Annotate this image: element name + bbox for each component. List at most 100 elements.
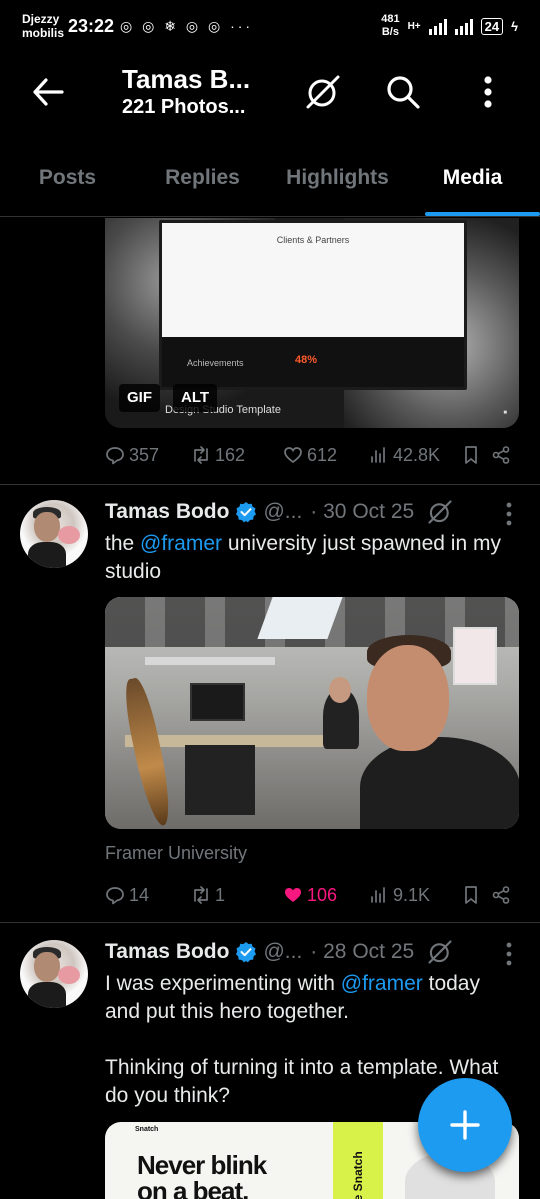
- media-logo: ■: [503, 410, 507, 416]
- search-button[interactable]: [381, 70, 425, 114]
- view-count: 42.8K: [393, 444, 441, 465]
- photo-person-selfie-head: [367, 645, 449, 751]
- alt-badge[interactable]: ALT: [173, 384, 218, 412]
- achievements-label: Achievements: [187, 358, 244, 368]
- mention-link[interactable]: @framer: [140, 532, 222, 555]
- signal-icon: [428, 19, 473, 35]
- bookmark-button[interactable]: [461, 885, 491, 905]
- battery-indicator: 24: [480, 17, 504, 35]
- avatar[interactable]: [20, 940, 88, 1008]
- share-icon: [492, 446, 510, 464]
- avatar-flowers: [58, 966, 80, 984]
- template-preview-top: Clients & Partners: [162, 223, 464, 337]
- post-text-part: I was experimenting with: [105, 972, 341, 995]
- charging-icon: ϟ: [511, 18, 518, 34]
- reply-button[interactable]: 14: [105, 885, 191, 906]
- heart-icon: [284, 447, 302, 464]
- post-media-gif[interactable]: Clients & Partners Achievements 48% Desi…: [105, 218, 519, 428]
- share-button[interactable]: [491, 445, 511, 465]
- grok-icon: [306, 75, 340, 109]
- repost-count: 1: [215, 884, 226, 905]
- views-icon: [371, 447, 385, 463]
- views-icon: [371, 887, 385, 903]
- header-title-block: Tamas B... 221 Photos...: [122, 64, 250, 120]
- more-options-icon[interactable]: [504, 942, 514, 966]
- views-button[interactable]: 9.1K: [369, 885, 461, 906]
- tab-replies[interactable]: Replies: [135, 150, 270, 216]
- carrier-name: Djezzy mobilis: [22, 12, 66, 40]
- author-name[interactable]: Tamas Bodo: [105, 940, 229, 964]
- carrier-line-2: mobilis: [22, 26, 65, 40]
- photo-person-seated-head: [329, 677, 351, 703]
- bookmark-button[interactable]: [461, 445, 491, 465]
- post-divider: [0, 484, 540, 485]
- author-handle[interactable]: @...: [263, 940, 302, 964]
- mention-link[interactable]: @framer: [341, 972, 423, 995]
- more-options-button[interactable]: [466, 70, 510, 114]
- post0-action-bar: 357 162 612 42.8K: [105, 440, 519, 470]
- network-speed-unit: B/s: [381, 26, 399, 38]
- repost-button[interactable]: 162: [191, 445, 283, 466]
- post-divider: [0, 922, 540, 923]
- bookmark-icon: [465, 446, 477, 464]
- post1-action-bar: 14 1 106 9.1K: [105, 880, 519, 910]
- heart-filled-icon: [285, 888, 301, 902]
- reply-count: 357: [129, 444, 160, 465]
- like-button[interactable]: 106: [283, 885, 369, 906]
- like-button[interactable]: 612: [283, 445, 369, 466]
- share-button[interactable]: [491, 885, 511, 905]
- author-name[interactable]: Tamas Bodo: [105, 500, 229, 524]
- like-count: 106: [307, 884, 338, 905]
- post1-header: Tamas Bodo @... · 30 Oct 25: [105, 498, 454, 526]
- view-count: 9.1K: [393, 884, 431, 905]
- post-photo[interactable]: [105, 597, 519, 829]
- reply-button[interactable]: 357: [105, 445, 191, 466]
- profile-header: Tamas B... 221 Photos...: [0, 52, 540, 132]
- hero-logo: Snatch: [135, 1126, 159, 1133]
- photo-shelf: [145, 657, 275, 665]
- author-handle[interactable]: @...: [263, 500, 302, 524]
- more-options-icon[interactable]: [504, 502, 514, 526]
- photo-synth-rack: [185, 745, 255, 815]
- repost-icon: [194, 886, 208, 904]
- plus-icon: [450, 1110, 480, 1140]
- avatar[interactable]: [20, 500, 88, 568]
- photo-count: 221 Photos...: [122, 96, 246, 118]
- profile-tabs: Posts Replies Highlights Media: [0, 150, 540, 217]
- template-preview-title: Clients & Partners: [276, 235, 350, 245]
- gif-badge: GIF: [119, 384, 160, 412]
- tab-posts[interactable]: Posts: [0, 150, 135, 216]
- reply-icon: [106, 887, 124, 905]
- carrier-line-1: Djezzy: [22, 12, 60, 26]
- avatar-face: [34, 512, 60, 542]
- grok-icon[interactable]: [426, 938, 454, 966]
- compose-post-button[interactable]: [418, 1078, 512, 1172]
- verified-badge-icon: [236, 502, 257, 523]
- notification-icons: ◎ ◎ ❄ ◎ ◎ ···: [120, 17, 254, 34]
- grok-button[interactable]: [301, 70, 345, 114]
- network-type: H+: [407, 20, 421, 32]
- avatar-flowers: [58, 526, 80, 544]
- post-date[interactable]: · 30 Oct 25: [310, 500, 414, 524]
- profile-name: Tamas B...: [122, 64, 251, 94]
- like-count: 612: [307, 444, 338, 465]
- photo-caption: Framer University: [105, 843, 248, 863]
- photo-monitor: [190, 683, 245, 721]
- grok-icon[interactable]: [426, 498, 454, 526]
- back-button[interactable]: [24, 68, 72, 116]
- tab-highlights[interactable]: Highlights: [270, 150, 405, 216]
- avatar-body: [28, 982, 66, 1008]
- repost-icon: [194, 446, 208, 464]
- post-date[interactable]: · 28 Oct 25: [310, 940, 414, 964]
- photo-person-selfie: [360, 737, 519, 829]
- avatar-body: [28, 542, 66, 568]
- more-vertical-icon: [484, 76, 492, 108]
- hero-headline-line-1: Never blink: [137, 1150, 267, 1180]
- tab-media[interactable]: Media: [405, 150, 540, 216]
- hero-headline-line-2: on a beat.: [137, 1176, 249, 1199]
- repost-button[interactable]: 1: [191, 885, 283, 906]
- views-button[interactable]: 42.8K: [369, 445, 461, 466]
- photo-wall-art: [453, 627, 497, 685]
- post-text-part: the: [105, 532, 141, 555]
- bookmark-icon: [465, 886, 477, 904]
